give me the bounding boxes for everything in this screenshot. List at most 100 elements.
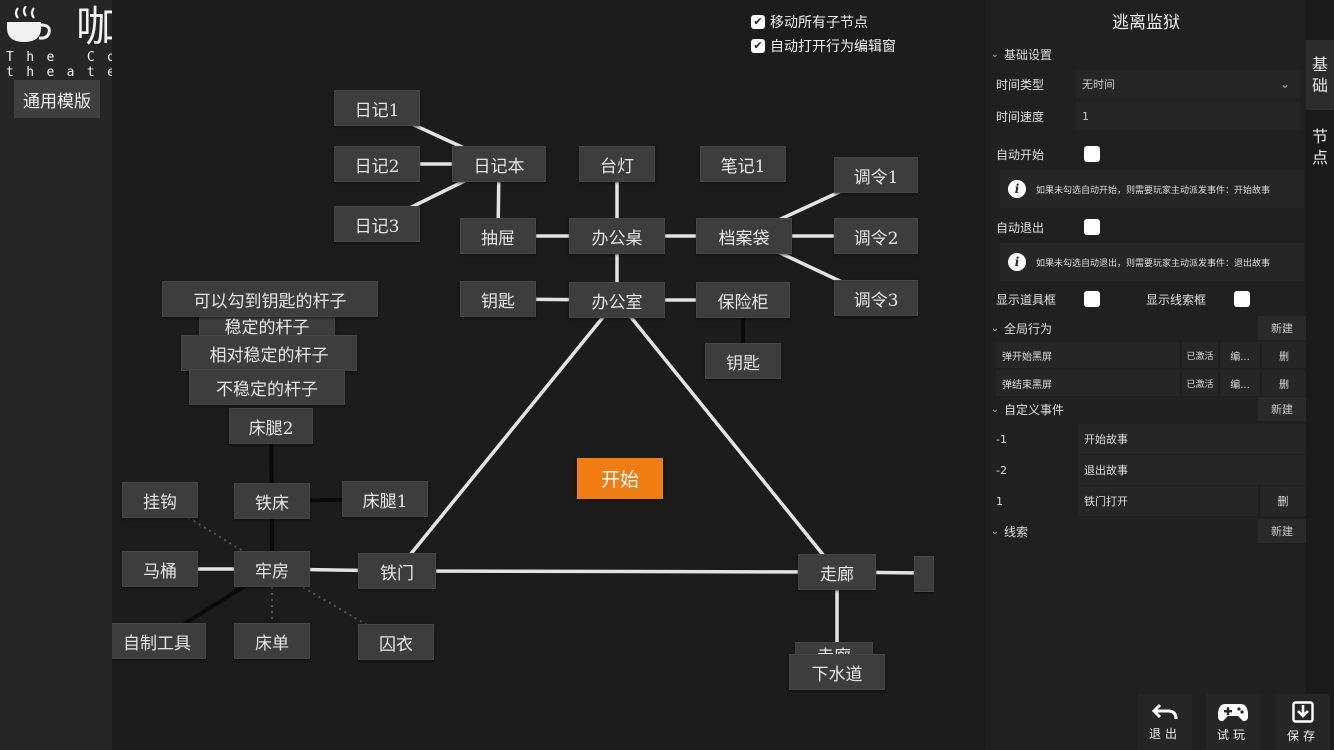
graph-node[interactable]: 走廊 (798, 554, 876, 590)
move-children-option[interactable]: ✔ 移动所有子节点 (751, 12, 868, 32)
event-delete[interactable]: 删 (1260, 486, 1306, 516)
show-props-checkbox[interactable] (1084, 291, 1100, 307)
start-node[interactable]: 开始 (577, 458, 663, 499)
tab-nodes-label: 节点 (1312, 127, 1329, 167)
tab-basic-label: 基础 (1312, 55, 1329, 95)
global-action-row[interactable]: 弹开始黑屏 已激活 编... 删 (996, 342, 1306, 368)
event-id: 1 (996, 494, 1003, 508)
time-speed-input[interactable]: 1 (1076, 102, 1300, 130)
display-options-row: 显示道具框 显示线索框 (990, 284, 1306, 314)
global-action-status[interactable]: 已激活 (1182, 370, 1218, 396)
template-button[interactable]: 通用模版 (14, 80, 100, 118)
time-speed-value: 1 (1082, 109, 1089, 123)
tab-basic[interactable]: 基础 (1306, 40, 1334, 110)
graph-node[interactable]: 台灯 (579, 146, 655, 182)
basic-settings-header[interactable]: ⌄ 基础设置 (986, 42, 1306, 66)
global-action-name: 弹结束黑屏 (996, 370, 1180, 396)
exit-label: 退出 (1148, 726, 1181, 741)
global-action-status[interactable]: 已激活 (1182, 342, 1218, 368)
save-button[interactable]: 保存 (1276, 694, 1330, 750)
basic-settings-title: 基础设置 (1004, 47, 1053, 62)
event-name[interactable]: 铁门打开 (1078, 486, 1258, 516)
graph-node[interactable]: 铁门 (358, 553, 436, 589)
event-row[interactable]: -2 退出故事 (990, 455, 1306, 485)
graph-node[interactable]: 调令1 (834, 157, 918, 193)
chevron-down-icon: ⌄ (990, 48, 1000, 60)
chevron-down-icon: ⌄ (1279, 77, 1290, 91)
graph-node[interactable]: 日记2 (334, 146, 420, 182)
chevron-down-icon: ⌄ (990, 525, 1000, 537)
graph-node[interactable]: 马桶 (122, 551, 198, 587)
save-label: 保存 (1286, 728, 1319, 743)
auto-exit-info: i 如果未勾选自动退出，则需要玩家主动派发事件：退出故事 (1000, 243, 1304, 281)
chevron-down-icon: ⌄ (990, 403, 1000, 415)
graph-node[interactable]: 日记本 (452, 146, 546, 182)
tab-nodes[interactable]: 节点 (1306, 118, 1334, 178)
event-name[interactable]: 开始故事 (1078, 424, 1306, 454)
graph-node[interactable]: 囚衣 (358, 624, 434, 660)
auto-start-label: 自动开始 (996, 147, 1045, 162)
undo-arrow-icon (1152, 703, 1178, 719)
global-action-edit[interactable]: 编... (1220, 342, 1260, 368)
exit-button[interactable]: 退出 (1138, 694, 1192, 750)
time-type-select[interactable]: 无时间 ⌄ (1076, 70, 1300, 98)
graph-node[interactable]: 床腿2 (229, 408, 313, 444)
clues-header[interactable]: ⌄ 线索 新建 (986, 519, 1306, 543)
auto-exit-checkbox[interactable] (1084, 219, 1100, 235)
graph-node[interactable]: 保险柜 (696, 282, 790, 318)
event-name[interactable]: 退出故事 (1078, 455, 1306, 485)
graph-node[interactable]: 可以勾到钥匙的杆子 (162, 281, 378, 317)
global-action-delete[interactable]: 删 (1262, 370, 1306, 396)
global-new-button[interactable]: 新建 (1258, 316, 1306, 340)
graph-node[interactable]: 不稳定的杆子 (189, 369, 345, 405)
global-action-name: 弹开始黑屏 (996, 342, 1180, 368)
graph-node[interactable]: 挂钩 (122, 482, 198, 518)
play-button[interactable]: 试玩 (1206, 694, 1260, 750)
events-new-button[interactable]: 新建 (1258, 397, 1306, 421)
event-row[interactable]: -1 开始故事 (990, 424, 1306, 454)
graph-node[interactable]: 钥匙 (460, 281, 536, 317)
info-icon: i (1008, 180, 1026, 198)
global-actions-title: 全局行为 (1004, 321, 1053, 336)
global-action-delete[interactable]: 删 (1262, 342, 1306, 368)
graph-node[interactable]: 自制工具 (112, 623, 206, 659)
graph-node[interactable]: 抽屉 (460, 218, 536, 254)
show-clues-checkbox[interactable] (1234, 291, 1250, 307)
graph-node[interactable]: 床单 (234, 623, 310, 659)
graph-edge (615, 298, 839, 574)
graph-node-partial[interactable] (914, 556, 934, 592)
auto-open-label: 自动打开行为编辑窗 (770, 39, 896, 55)
graph-node[interactable]: 调令2 (834, 218, 918, 254)
graph-node[interactable]: 调令3 (834, 280, 918, 316)
event-id: -1 (996, 432, 1007, 446)
custom-events-header[interactable]: ⌄ 自定义事件 新建 (986, 397, 1306, 421)
global-action-row[interactable]: 弹结束黑屏 已激活 编... 删 (996, 370, 1306, 396)
auto-open-option[interactable]: ✔ 自动打开行为编辑窗 (751, 36, 896, 56)
graph-node[interactable]: 牢房 (234, 551, 310, 587)
graph-node[interactable]: 相对稳定的杆子 (181, 335, 357, 371)
event-row[interactable]: 1 铁门打开 删 (990, 486, 1306, 516)
move-children-checkbox[interactable]: ✔ (751, 15, 765, 29)
graph-node[interactable]: 日记3 (334, 206, 420, 242)
auto-exit-info-text: 如果未勾选自动退出，则需要玩家主动派发事件：退出故事 (1036, 258, 1271, 269)
auto-open-checkbox[interactable]: ✔ (751, 39, 765, 53)
graph-node[interactable]: 床腿1 (342, 481, 428, 517)
graph-edge (396, 569, 838, 574)
global-action-edit[interactable]: 编... (1220, 370, 1260, 396)
graph-node[interactable]: 办公室 (569, 282, 665, 318)
auto-start-checkbox[interactable] (1084, 146, 1100, 162)
graph-node[interactable]: 钥匙 (705, 343, 781, 379)
graph-node[interactable]: 日记1 (334, 90, 420, 126)
auto-start-info: i 如果未勾选自动开始，则需要玩家主动派发事件：开始故事 (1000, 170, 1304, 208)
auto-start-info-text: 如果未勾选自动开始，则需要玩家主动派发事件：开始故事 (1036, 185, 1271, 196)
bottom-toolbar: 退出 试玩 保存 (1136, 694, 1334, 750)
graph-node[interactable]: 档案袋 (696, 218, 792, 254)
graph-node[interactable]: 下水道 (789, 654, 885, 690)
node-graph-canvas[interactable]: 走廊下水道稳定的杆子可以勾到钥匙的杆子相对稳定的杆子不稳定的杆子日记1日记2日记… (112, 0, 986, 750)
graph-node[interactable]: 铁床 (234, 483, 310, 519)
show-clues-label: 显示线索框 (1146, 292, 1207, 307)
clues-new-button[interactable]: 新建 (1258, 519, 1306, 543)
global-actions-header[interactable]: ⌄ 全局行为 新建 (986, 316, 1306, 340)
graph-node[interactable]: 办公桌 (569, 218, 665, 254)
graph-node[interactable]: 笔记1 (700, 146, 786, 182)
